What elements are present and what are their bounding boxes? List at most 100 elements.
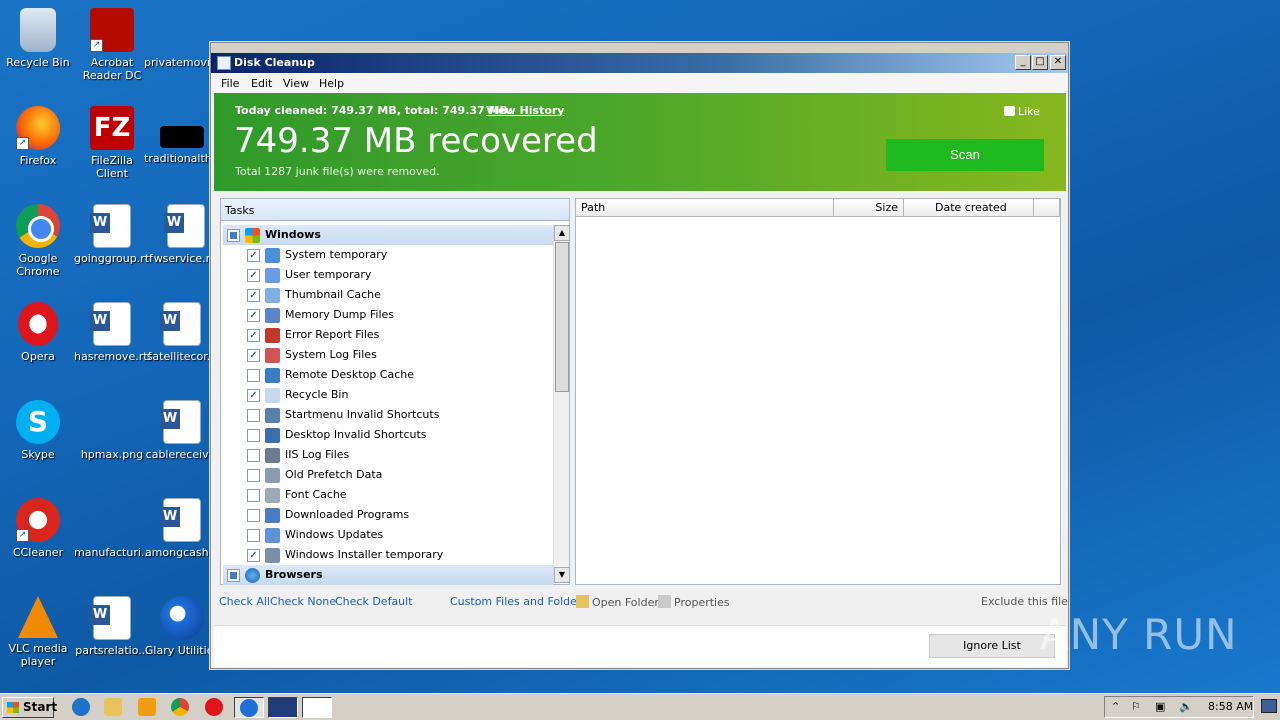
task-checkbox[interactable] <box>247 429 260 442</box>
task-checkbox[interactable]: ✓ <box>247 549 260 562</box>
task-checkbox[interactable] <box>247 449 260 462</box>
media-player-icon[interactable] <box>138 698 156 716</box>
desktop-icon-filezilla[interactable]: FZ FileZilla Client <box>74 106 150 180</box>
custom-files-link[interactable]: Custom Files and Folders <box>450 595 587 608</box>
task-checkbox[interactable] <box>247 489 260 502</box>
task-checkbox[interactable]: ✓ <box>247 309 260 322</box>
check-default-link[interactable]: Check Default <box>335 595 413 608</box>
desktop-icon-glary[interactable]: Glary Utilities <box>144 596 220 657</box>
task-item[interactable]: ✓ Thumbnail Cache <box>223 285 553 305</box>
filezilla-icon: FZ <box>90 106 134 150</box>
desktop-icon-firefox[interactable]: ↗ Firefox <box>0 106 76 167</box>
desktop-icon-manufacturi[interactable]: manufacturi... <box>74 498 151 559</box>
glary-taskbar-button[interactable] <box>234 697 264 718</box>
minimize-button[interactable]: _ <box>1015 55 1031 70</box>
desktop-icon-goinggroup[interactable]: goinggroup.rtf <box>74 204 153 265</box>
start-button[interactable]: Start <box>2 697 57 718</box>
maximize-button[interactable]: □ <box>1032 55 1048 70</box>
task-checkbox[interactable]: ✓ <box>247 269 260 282</box>
task-checkbox[interactable]: ✓ <box>247 289 260 302</box>
tasks-scrollbar[interactable]: ▲ ▼ <box>553 225 570 583</box>
desktop-icon-hasremove[interactable]: hasremove.rtf <box>74 302 151 363</box>
clock[interactable]: 8:58 AM <box>1208 700 1253 713</box>
desktop-icon-acrobat[interactable]: ↗ Acrobat Reader DC <box>74 8 150 82</box>
explorer-icon[interactable] <box>104 698 122 716</box>
task-checkbox[interactable]: ✓ <box>247 389 260 402</box>
menu-view[interactable]: View <box>283 77 309 90</box>
task-item[interactable]: ✓ Windows Installer temporary <box>223 545 553 565</box>
desktop-icon-partsrelatio[interactable]: partsrelatio... <box>74 596 150 657</box>
disk-cleanup-taskbar-button[interactable] <box>302 697 332 718</box>
desktop-icon-amongcash[interactable]: amongcash... <box>144 498 220 559</box>
network-icon[interactable]: ▣ <box>1155 700 1165 713</box>
task-item[interactable]: Desktop Invalid Shortcuts <box>223 425 553 445</box>
task-item[interactable]: Windows Updates <box>223 525 553 545</box>
task-item[interactable]: Startmenu Invalid Shortcuts <box>223 405 553 425</box>
task-checkbox[interactable]: ✓ <box>247 349 260 362</box>
task-item[interactable]: ✓ Memory Dump Files <box>223 305 553 325</box>
task-group[interactable]: Browsers <box>223 565 553 585</box>
scroll-up-arrow-icon[interactable]: ▲ <box>554 225 570 241</box>
task-checkbox[interactable]: ✓ <box>247 249 260 262</box>
ignore-list-button[interactable]: Ignore List <box>929 634 1055 658</box>
menu-edit[interactable]: Edit <box>251 77 272 90</box>
task-item[interactable]: ✓ Error Report Files <box>223 325 553 345</box>
task-item[interactable]: Downloaded Programs <box>223 505 553 525</box>
scroll-down-arrow-icon[interactable]: ▼ <box>554 567 570 583</box>
tasks-header: Tasks <box>221 199 569 221</box>
desktop-icon-traditionalth[interactable]: traditionalth... <box>144 106 222 165</box>
task-item[interactable]: Old Prefetch Data <box>223 465 553 485</box>
task-checkbox[interactable] <box>247 509 260 522</box>
app-taskbar-button[interactable] <box>268 697 298 718</box>
task-checkbox[interactable] <box>247 369 260 382</box>
check-none-link[interactable]: Check None <box>270 595 336 608</box>
opera-taskbar-icon[interactable] <box>205 698 223 716</box>
exclude-file-link[interactable]: Exclude this file <box>981 595 1068 608</box>
task-item[interactable]: ✓ System temporary <box>223 245 553 265</box>
scan-button[interactable]: Scan <box>886 139 1044 171</box>
chrome-taskbar-icon[interactable] <box>171 698 189 716</box>
desktop-icon-chrome[interactable]: Google Chrome <box>0 204 76 278</box>
task-checkbox[interactable]: ✓ <box>247 329 260 342</box>
view-history-link[interactable]: View History <box>486 104 564 117</box>
desktop-icon-recycle-bin[interactable]: Recycle Bin <box>0 8 76 69</box>
menu-help[interactable]: Help <box>319 77 344 90</box>
check-all-link[interactable]: Check All <box>219 595 270 608</box>
task-item[interactable]: Remote Desktop Cache <box>223 365 553 385</box>
desktop-icon-ccleaner[interactable]: ↗ CCleaner <box>0 498 76 559</box>
ie-icon[interactable] <box>72 698 90 716</box>
desktop-icon-opera[interactable]: Opera <box>0 302 76 363</box>
close-button[interactable]: ✕ <box>1050 55 1066 70</box>
task-label: Downloaded Programs <box>285 508 410 521</box>
like-button[interactable]: Like <box>1004 105 1040 118</box>
desktop-icon-privatemovi[interactable]: privatemovi... <box>144 8 220 69</box>
column-date-created[interactable]: Date created <box>904 199 1034 217</box>
task-checkbox[interactable] <box>227 229 240 242</box>
scroll-thumb[interactable] <box>555 242 569 392</box>
volume-icon[interactable]: 🔈 <box>1179 700 1193 713</box>
task-checkbox[interactable] <box>247 409 260 422</box>
menu-file[interactable]: File <box>221 77 239 90</box>
task-item[interactable]: ✓ System Log Files <box>223 345 553 365</box>
task-checkbox[interactable] <box>247 469 260 482</box>
open-folder-button[interactable]: Open Folder <box>576 595 659 609</box>
task-item[interactable]: IIS Log Files <box>223 445 553 465</box>
desktop-icon-satellitecor[interactable]: satellitecor... <box>144 302 220 363</box>
column-size[interactable]: Size <box>834 199 904 217</box>
task-checkbox[interactable] <box>247 529 260 542</box>
properties-button[interactable]: Properties <box>658 595 730 609</box>
flag-icon[interactable]: ⚐ <box>1131 700 1141 713</box>
task-checkbox[interactable] <box>227 569 240 582</box>
title-bar[interactable]: Disk Cleanup _ □ ✕ <box>211 53 1068 73</box>
desktop-icon-vlc[interactable]: VLC media player <box>0 596 76 668</box>
show-hidden-icons-icon[interactable]: ⌃ <box>1111 700 1120 713</box>
task-group[interactable]: Windows <box>223 225 553 245</box>
task-item[interactable]: ✓ Recycle Bin <box>223 385 553 405</box>
desktop-icon-hpmax[interactable]: hpmax.png <box>74 400 150 461</box>
desktop-icon-skype[interactable]: S Skype <box>0 400 76 461</box>
desktop-icon-cablereceiv[interactable]: cablereceiv... <box>144 400 220 461</box>
show-desktop-button[interactable] <box>1261 699 1277 713</box>
task-item[interactable]: ✓ User temporary <box>223 265 553 285</box>
task-item[interactable]: Font Cache <box>223 485 553 505</box>
column-path[interactable]: Path <box>576 199 834 217</box>
